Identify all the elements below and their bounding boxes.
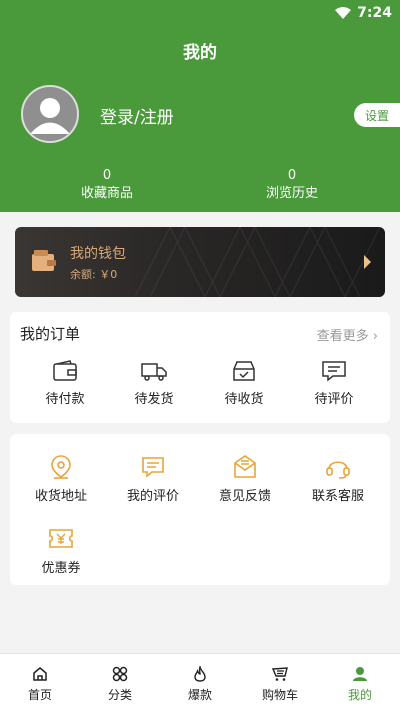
location-icon xyxy=(51,455,71,479)
orders-card: 我的订单 查看更多 › 待付款 待发货 待收货 待评价 xyxy=(10,312,390,423)
service-address[interactable]: 收货地址 xyxy=(16,454,106,504)
nav-label: 购物车 xyxy=(261,688,298,702)
fire-icon xyxy=(194,666,206,682)
status-bar: 7:24 xyxy=(335,4,392,22)
nav-label: 爆款 xyxy=(187,688,212,702)
wallet-pattern-decoration xyxy=(135,227,381,297)
favorites-stat[interactable]: 0 收藏商品 xyxy=(47,167,167,203)
cart-icon xyxy=(272,667,288,681)
nav-cart[interactable]: 购物车 xyxy=(240,654,320,710)
orders-title: 我的订单 xyxy=(20,325,81,343)
nav-hot[interactable]: 爆款 xyxy=(160,654,240,710)
service-label: 意见反馈 xyxy=(218,489,271,504)
order-pending-receipt[interactable]: 待收货 xyxy=(199,360,289,407)
order-pending-payment[interactable]: 待付款 xyxy=(20,360,110,407)
chevron-right-icon: › xyxy=(372,329,378,344)
history-label: 浏览历史 xyxy=(265,186,318,201)
nav-label: 首页 xyxy=(27,688,52,702)
headset-icon xyxy=(326,461,350,479)
wallet-card[interactable]: 我的钱包 余额: ￥0 xyxy=(15,227,385,297)
orders-more-link[interactable]: 查看更多 › xyxy=(317,325,378,344)
wallet-icon xyxy=(32,250,56,271)
service-customer-support[interactable]: 联系客服 xyxy=(293,454,383,504)
category-icon xyxy=(112,666,128,682)
page-title: 我的 xyxy=(183,43,217,63)
avatar[interactable] xyxy=(21,85,79,143)
service-coupons[interactable]: 优惠券 xyxy=(16,526,106,576)
wallet-title: 我的钱包 xyxy=(70,246,126,262)
nav-category[interactable]: 分类 xyxy=(80,654,160,710)
settings-button[interactable]: 设置 xyxy=(354,103,400,127)
login-register-link[interactable]: 登录/注册 xyxy=(100,103,174,128)
chevron-right-icon xyxy=(364,255,371,269)
coupon-icon xyxy=(49,529,73,548)
nav-home[interactable]: 首页 xyxy=(0,654,80,710)
order-pending-shipment[interactable]: 待发货 xyxy=(109,360,199,407)
wallet-balance: 余额: ￥0 xyxy=(70,268,118,281)
order-pending-review[interactable]: 待评价 xyxy=(289,360,379,407)
home-icon xyxy=(33,667,47,681)
history-stat[interactable]: 0 浏览历史 xyxy=(232,167,352,203)
service-feedback[interactable]: 意见反馈 xyxy=(200,454,290,504)
mail-icon xyxy=(234,455,256,478)
order-item-label: 待收货 xyxy=(224,392,264,407)
nav-label: 分类 xyxy=(107,688,132,702)
order-item-label: 待发货 xyxy=(134,392,174,407)
services-card: 收货地址 我的评价 意见反馈 联系客服 优惠券 xyxy=(10,434,390,585)
orders-more-label: 查看更多 xyxy=(316,329,369,344)
history-count: 0 xyxy=(287,168,297,183)
status-time: 7:24 xyxy=(357,5,392,21)
favorites-label: 收藏商品 xyxy=(80,186,133,201)
message-icon xyxy=(142,457,164,478)
bottom-navigation: 首页 分类 爆款 购物车 我的 xyxy=(0,653,400,710)
user-icon xyxy=(353,667,367,681)
inbox-icon xyxy=(233,361,255,381)
default-avatar-icon xyxy=(30,98,70,134)
nav-mine[interactable]: 我的 xyxy=(320,654,400,710)
nav-label: 我的 xyxy=(347,688,372,702)
service-label: 我的评价 xyxy=(126,489,179,504)
service-label: 优惠券 xyxy=(41,561,81,576)
comment-icon xyxy=(322,361,346,382)
wallet-icon xyxy=(53,360,77,381)
wifi-icon xyxy=(335,7,352,19)
favorites-count: 0 xyxy=(102,168,112,183)
order-item-label: 待付款 xyxy=(45,392,85,407)
order-item-label: 待评价 xyxy=(314,392,354,407)
profile-header: 7:24 我的 登录/注册 设置 0 收藏商品 0 浏览历史 xyxy=(0,0,400,212)
truck-icon xyxy=(141,363,167,381)
service-label: 联系客服 xyxy=(311,489,364,504)
service-my-reviews[interactable]: 我的评价 xyxy=(108,454,198,504)
service-label: 收货地址 xyxy=(34,489,87,504)
